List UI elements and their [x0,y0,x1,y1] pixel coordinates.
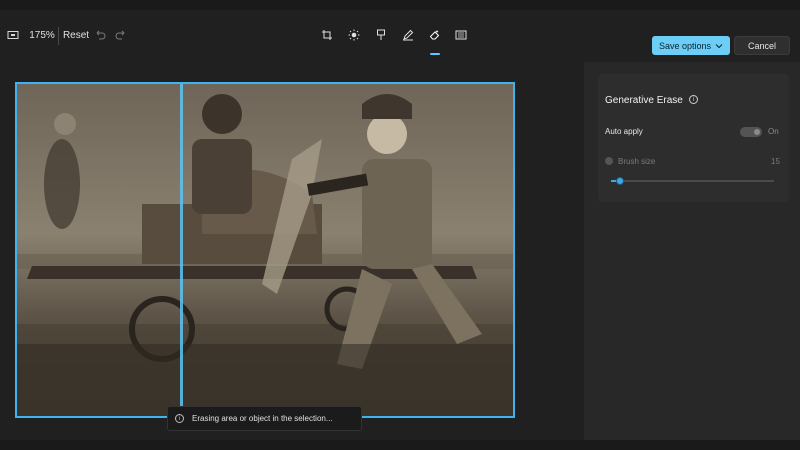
active-tool-indicator [430,53,440,55]
toggle-knob [754,129,760,135]
zoom-level[interactable]: 175% [29,26,55,44]
background-icon[interactable] [451,25,471,45]
brush-size-icon [605,157,613,165]
status-toast: i Erasing area or object in the selectio… [167,406,362,431]
brush-size-label: Brush size [618,157,656,166]
crop-icon[interactable] [317,25,337,45]
markup-icon[interactable] [398,25,418,45]
info-icon: i [175,414,184,423]
reset-button[interactable]: Reset [63,26,89,44]
filter-icon[interactable] [371,25,391,45]
photo-image [17,84,513,416]
panel-title: Generative Erase [605,95,683,106]
photo-canvas[interactable] [15,82,515,418]
undo-icon[interactable] [90,25,110,45]
brush-size-slider[interactable] [611,180,774,182]
auto-apply-toggle[interactable] [740,127,762,137]
cancel-button[interactable]: Cancel [734,36,790,55]
auto-apply-label: Auto apply [605,127,643,136]
redo-icon[interactable] [111,25,131,45]
brightness-icon[interactable] [344,25,364,45]
auto-apply-state: On [768,127,779,136]
erase-icon[interactable] [425,25,445,45]
window-top-strip [0,0,800,10]
toast-message: Erasing area or object in the selection.… [192,414,333,423]
save-options-button[interactable]: Save options [652,36,730,55]
toolbar-separator [58,27,59,45]
window-bottom-strip [0,440,800,450]
fit-screen-icon[interactable] [3,25,23,45]
info-icon[interactable]: i [689,95,698,104]
generative-erase-card [598,74,789,202]
brush-size-slider-thumb[interactable] [616,177,624,185]
top-toolbar: 175% Reset Save options Cancel [0,10,800,62]
brush-size-value: 15 [771,157,780,166]
chevron-down-icon [715,43,723,48]
save-options-label: Save options [658,40,712,51]
